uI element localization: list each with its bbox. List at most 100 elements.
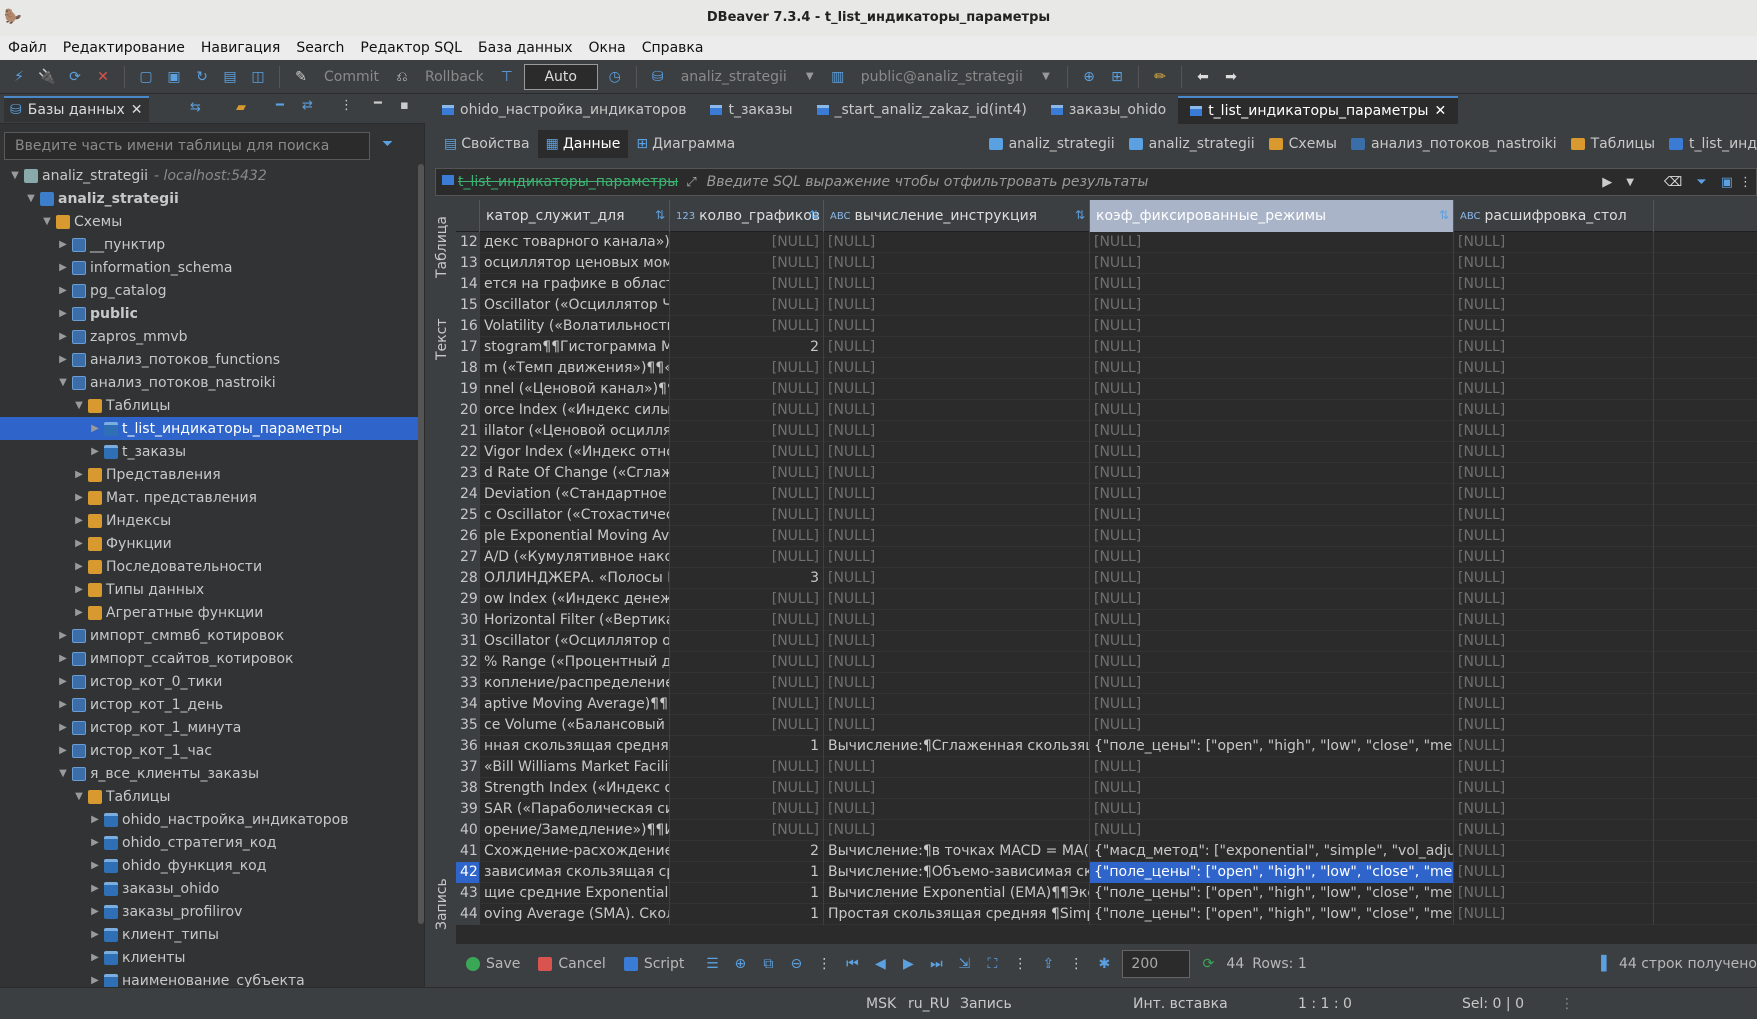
breadcrumb-item[interactable]: анализ_потоков_nastroiki (1350, 136, 1557, 152)
breadcrumb-item[interactable]: Схемы (1268, 136, 1337, 152)
table-cell[interactable]: [NULL] (1454, 589, 1654, 610)
table-cell[interactable]: [NULL] (1090, 547, 1454, 568)
table-cell[interactable]: d Rate Of Change («Сглаженная ск (480, 463, 670, 484)
view-menu-icon[interactable]: ⋮ (340, 98, 353, 113)
table-row[interactable]: 32 % Range («Процентный диапазо[NULL][NU… (456, 652, 1757, 673)
table-cell[interactable]: Простая скользящая средняя ¶Simple Mov (824, 904, 1090, 925)
table-cell[interactable]: [NULL] (824, 421, 1090, 442)
new-connection-icon[interactable]: ⚡ (8, 66, 30, 88)
rollback-icon[interactable]: ⎌ (391, 66, 413, 88)
table-cell[interactable]: 1 (670, 736, 824, 757)
table-cell[interactable]: [NULL] (1454, 820, 1654, 841)
column-header[interactable]: ABC вычисление_инструкция ⇅ (824, 200, 1090, 232)
sync-icon[interactable]: ⇄ (302, 98, 313, 113)
table-cell[interactable]: m («Темп движения»)¶¶«Момент (480, 358, 670, 379)
tree-node[interactable]: ▶ t_заказы (0, 440, 420, 463)
link-editor-icon[interactable]: ⇆ (190, 100, 201, 115)
table-cell[interactable]: декс товарного канала»)¶¶«Инде (480, 232, 670, 253)
table-cell[interactable]: [NULL] (670, 547, 824, 568)
tree-node[interactable]: ▶ pg_catalog (0, 279, 420, 302)
table-cell[interactable]: [NULL] (670, 463, 824, 484)
save-filter-icon[interactable]: ▣ (1721, 175, 1733, 190)
table-cell[interactable]: [NULL] (1454, 274, 1654, 295)
table-cell[interactable]: [NULL] (670, 421, 824, 442)
table-cell[interactable]: ow Index («Индекс денежных пот (480, 589, 670, 610)
table-cell[interactable]: 2 (670, 337, 824, 358)
table-row[interactable]: 15Oscillator («Осциллятор Чайкина»)[NULL… (456, 295, 1757, 316)
table-cell[interactable]: [NULL] (1454, 673, 1654, 694)
tree-node[interactable]: ▶ клиент_типы (0, 923, 420, 946)
pen-icon[interactable]: ✏ (1149, 66, 1171, 88)
editor-tab[interactable]: _start_analiz_zakaz_id(int4) (805, 96, 1039, 124)
table-row[interactable]: 43щие средние Exponential (EMA):¶¶1Вычис… (456, 883, 1757, 904)
editor-tab[interactable]: t_заказы (698, 96, 804, 124)
table-row[interactable]: 25c Oscillator («Стохастический осц[NULL… (456, 505, 1757, 526)
tree-node[interactable]: ▶ истор_кот_1_час (0, 739, 420, 762)
schema-icon[interactable]: ▥ (827, 66, 849, 88)
close-icon[interactable]: ✕ (131, 102, 143, 118)
table-cell[interactable]: [NULL] (824, 547, 1090, 568)
last-page-icon[interactable]: ⏭ (926, 956, 946, 972)
cancel-button[interactable]: Cancel (538, 956, 606, 972)
table-cell[interactable]: {"поле_цены": ["open", "high", "low", "c… (1090, 862, 1454, 883)
filter-history-icon[interactable]: ▼ (1626, 177, 1634, 188)
table-cell[interactable]: [NULL] (1454, 736, 1654, 757)
script-button[interactable]: Script (623, 956, 684, 972)
table-row[interactable]: 36нная скользящая средняя ¶Smooth1Вычисл… (456, 736, 1757, 757)
filter-input[interactable]: Введите SQL выражение чтобы отфильтроват… (707, 174, 1149, 190)
table-cell[interactable]: [NULL] (1090, 610, 1454, 631)
table-cell[interactable]: [NULL] (1454, 904, 1654, 925)
history-icon[interactable]: ◷ (604, 66, 626, 88)
refresh-icon[interactable]: ↻ (191, 66, 213, 88)
table-cell[interactable]: [NULL] (1454, 841, 1654, 862)
table-cell[interactable]: Strength Index («Индекс относите (480, 778, 670, 799)
tree-node[interactable]: ▶ t_list_индикаторы_параметры (0, 417, 420, 440)
breadcrumb-item[interactable]: Таблицы (1570, 136, 1655, 152)
table-cell[interactable]: [NULL] (1454, 505, 1654, 526)
table-cell[interactable]: Схождение-расхождение скользя (480, 841, 670, 862)
expanded-arrow-icon[interactable]: ▼ (8, 170, 22, 181)
collapsed-arrow-icon[interactable]: ▶ (56, 285, 70, 296)
new-script-icon[interactable]: ▢ (135, 66, 157, 88)
tree-node[interactable]: ▶ Агрегатные функции (0, 601, 420, 624)
table-cell[interactable]: [NULL] (824, 820, 1090, 841)
table-cell[interactable]: [NULL] (1454, 862, 1654, 883)
table-cell[interactable]: [NULL] (1090, 463, 1454, 484)
expanded-arrow-icon[interactable]: ▼ (72, 400, 86, 411)
table-cell[interactable]: A/D («Кумулятивное накопление (480, 547, 670, 568)
navigator-scrollbar[interactable] (418, 164, 424, 924)
collapsed-arrow-icon[interactable]: ▶ (56, 308, 70, 319)
table-cell[interactable]: [NULL] (670, 631, 824, 652)
tree-node[interactable]: ▶ Представления (0, 463, 420, 486)
collapsed-arrow-icon[interactable]: ▶ (88, 814, 102, 825)
menu-item[interactable]: База данных (478, 40, 573, 56)
table-cell[interactable]: [NULL] (670, 274, 824, 295)
table-search-input[interactable]: Введите часть имени таблицы для поиска (4, 132, 370, 160)
table-row[interactable]: 22Vigor Index («Индекс относительн[NULL]… (456, 442, 1757, 463)
breadcrumb-item[interactable]: analiz_strategii (988, 136, 1115, 152)
table-cell[interactable]: [NULL] (670, 526, 824, 547)
fetch-all-icon[interactable]: ⛶ (982, 956, 1002, 972)
tree-node[interactable]: ▶ ohido_настройка_индикаторов (0, 808, 420, 831)
collapsed-arrow-icon[interactable]: ▶ (56, 262, 70, 273)
expanded-arrow-icon[interactable]: ▼ (72, 791, 86, 802)
minimize-icon[interactable]: ━ (374, 96, 382, 111)
table-cell[interactable]: [NULL] (824, 568, 1090, 589)
table-row[interactable]: 35ce Volume («Балансовый объем»)¶[NULL][… (456, 715, 1757, 736)
table-row[interactable]: 18m («Темп движения»)¶¶«Момент[NULL][NUL… (456, 358, 1757, 379)
editor-tab[interactable]: ohido_настройка_индикаторов (430, 96, 698, 124)
collapsed-arrow-icon[interactable]: ▶ (56, 331, 70, 342)
edit-cell-icon[interactable]: ☰ (702, 956, 722, 972)
table-cell[interactable]: [NULL] (824, 295, 1090, 316)
table-cell[interactable]: [NULL] (1454, 463, 1654, 484)
more-icon[interactable]: ⋮ (1010, 956, 1030, 972)
sort-icon[interactable]: ⇅ (1439, 208, 1449, 222)
table-cell[interactable]: [NULL] (1454, 799, 1654, 820)
table-row[interactable]: 37«Bill Williams Market Facilitation Inc… (456, 757, 1757, 778)
collapse-all-icon[interactable]: ━ (276, 98, 284, 113)
table-row[interactable]: 13осциллятор ценовых моментов Ча[NULL][N… (456, 253, 1757, 274)
table-cell[interactable]: [NULL] (1454, 610, 1654, 631)
tree-node[interactable]: ▼ я_все_клиенты_заказы (0, 762, 420, 785)
table-cell[interactable]: [NULL] (824, 673, 1090, 694)
table-cell[interactable]: {"масд_метод": ["exponential", "simple",… (1090, 841, 1454, 862)
